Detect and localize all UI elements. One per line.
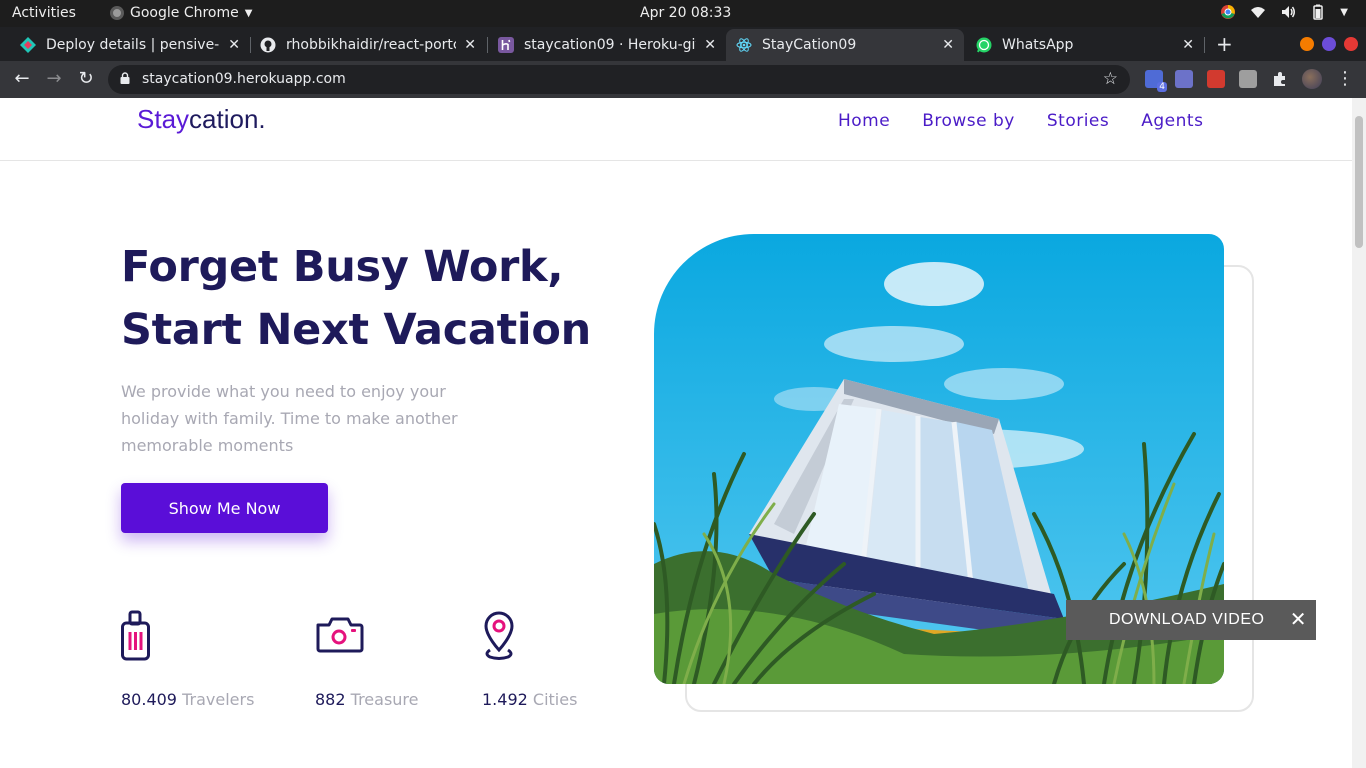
- nav-agents[interactable]: Agents: [1141, 111, 1203, 131]
- close-window-button[interactable]: [1344, 37, 1358, 51]
- suitcase-icon: [121, 610, 150, 661]
- site-logo[interactable]: Staycation.: [137, 104, 266, 135]
- nav-stories[interactable]: Stories: [1047, 111, 1109, 131]
- extension-badge: 4: [1157, 82, 1167, 92]
- tab-title: Deploy details | pensive-el: [46, 37, 221, 53]
- back-arrow-icon[interactable]: ←: [10, 68, 34, 89]
- close-icon[interactable]: ✕: [228, 37, 240, 53]
- browser-tab[interactable]: staycation09 · Heroku-git ✕: [488, 29, 726, 61]
- close-icon[interactable]: ✕: [942, 37, 954, 53]
- hero-title-line2: Start Next Vacation: [121, 305, 591, 355]
- close-icon[interactable]: ✕: [1290, 607, 1307, 632]
- stat-number: 882: [315, 690, 346, 709]
- close-icon[interactable]: ✕: [1182, 37, 1194, 53]
- scrollbar-thumb[interactable]: [1355, 116, 1363, 248]
- new-tab-button[interactable]: +: [1216, 32, 1233, 56]
- app-menu[interactable]: Google Chrome ▼: [110, 5, 252, 21]
- stat-label: Travelers: [182, 690, 255, 709]
- bookmark-star-icon[interactable]: ☆: [1103, 69, 1118, 89]
- tab-title: rhobbikhaidir/react-portc: [286, 37, 457, 53]
- download-video-banner[interactable]: DOWNLOAD VIDEO ✕: [1066, 600, 1316, 640]
- whatsapp-icon: [976, 37, 992, 53]
- nav-home[interactable]: Home: [838, 111, 890, 131]
- extension-translate-icon[interactable]: [1175, 70, 1193, 88]
- page-scrollbar[interactable]: [1352, 98, 1366, 768]
- chrome-icon: [110, 6, 124, 20]
- system-top-bar: Activities Google Chrome ▼ Apr 20 08:33 …: [0, 0, 1366, 27]
- browser-tab[interactable]: WhatsApp ✕: [966, 29, 1204, 61]
- tab-title: staycation09 · Heroku-git: [524, 37, 697, 53]
- maximize-button[interactable]: [1322, 37, 1336, 51]
- minimize-button[interactable]: [1300, 37, 1314, 51]
- hero-title-line1: Forget Busy Work,: [121, 242, 564, 292]
- browser-toolbar: ← → ↻ staycation09.herokuapp.com ☆ 4 ⋮: [0, 61, 1366, 98]
- browser-tab-active[interactable]: StayCation09 ✕: [726, 29, 964, 61]
- stat-treasure: 882 Treasure: [315, 610, 418, 709]
- nav-browse-by[interactable]: Browse by: [922, 111, 1015, 131]
- show-me-now-button[interactable]: Show Me Now: [121, 483, 328, 533]
- url-text[interactable]: staycation09.herokuapp.com: [142, 71, 346, 87]
- github-icon: [260, 37, 276, 53]
- chrome-tray-icon[interactable]: [1220, 4, 1236, 20]
- logo-part-cation: cation.: [189, 104, 266, 134]
- download-video-label[interactable]: DOWNLOAD VIDEO: [1109, 611, 1264, 629]
- hero-description: We provide what you need to enjoy your h…: [121, 382, 458, 455]
- tab-title: StayCation09: [762, 37, 857, 53]
- more-menu-icon[interactable]: ⋮: [1333, 68, 1357, 89]
- lock-icon[interactable]: [120, 72, 130, 84]
- activities-button[interactable]: Activities: [12, 5, 76, 21]
- app-name: Google Chrome: [130, 5, 239, 21]
- stat-travelers: 80.409 Travelers: [121, 610, 254, 709]
- close-icon[interactable]: ✕: [464, 37, 476, 53]
- extension-teams-icon[interactable]: 4: [1145, 70, 1167, 92]
- camera-icon: [316, 617, 364, 653]
- volume-icon[interactable]: [1280, 4, 1296, 20]
- map-pin-icon: [484, 611, 514, 660]
- browser-tab[interactable]: rhobbikhaidir/react-portc ✕: [250, 29, 486, 61]
- clock[interactable]: Apr 20 08:33: [640, 5, 731, 21]
- extension-red-icon[interactable]: [1207, 70, 1225, 88]
- tab-title: WhatsApp: [1002, 37, 1074, 53]
- site-nav: Home Browse by Stories Agents: [838, 111, 1203, 131]
- address-bar[interactable]: staycation09.herokuapp.com ☆: [108, 65, 1130, 94]
- extension-gray-icon[interactable]: [1239, 70, 1257, 88]
- forward-arrow-icon[interactable]: →: [42, 68, 66, 89]
- wifi-icon[interactable]: [1250, 4, 1266, 20]
- heroku-icon: [498, 37, 514, 53]
- browser-tab-strip: Deploy details | pensive-el ✕ rhobbikhai…: [0, 27, 1366, 61]
- web-page: Staycation. Home Browse by Stories Agent…: [0, 98, 1352, 768]
- battery-icon[interactable]: [1310, 4, 1326, 20]
- profile-avatar[interactable]: [1302, 69, 1322, 89]
- reload-icon[interactable]: ↻: [74, 68, 98, 89]
- netlify-icon: [20, 37, 36, 53]
- hero-title: Forget Busy Work, Start Next Vacation: [121, 236, 591, 362]
- window-controls: [1300, 37, 1358, 51]
- react-icon: [736, 38, 752, 52]
- stat-number: 1.492: [482, 690, 528, 709]
- site-header: Staycation. Home Browse by Stories Agent…: [0, 98, 1352, 161]
- system-tray[interactable]: ▼: [1220, 4, 1348, 20]
- logo-part-stay: Stay: [137, 104, 190, 134]
- stat-number: 80.409: [121, 690, 177, 709]
- stat-label: Cities: [532, 690, 578, 709]
- chevron-down-icon: ▼: [244, 7, 253, 19]
- extensions-puzzle-icon[interactable]: [1271, 70, 1289, 88]
- stat-label: Treasure: [350, 690, 419, 709]
- close-icon[interactable]: ✕: [704, 37, 716, 53]
- stat-cities: 1.492 Cities: [482, 610, 577, 709]
- power-menu-chevron-icon[interactable]: ▼: [1340, 7, 1348, 18]
- browser-tab[interactable]: Deploy details | pensive-el ✕: [10, 29, 250, 61]
